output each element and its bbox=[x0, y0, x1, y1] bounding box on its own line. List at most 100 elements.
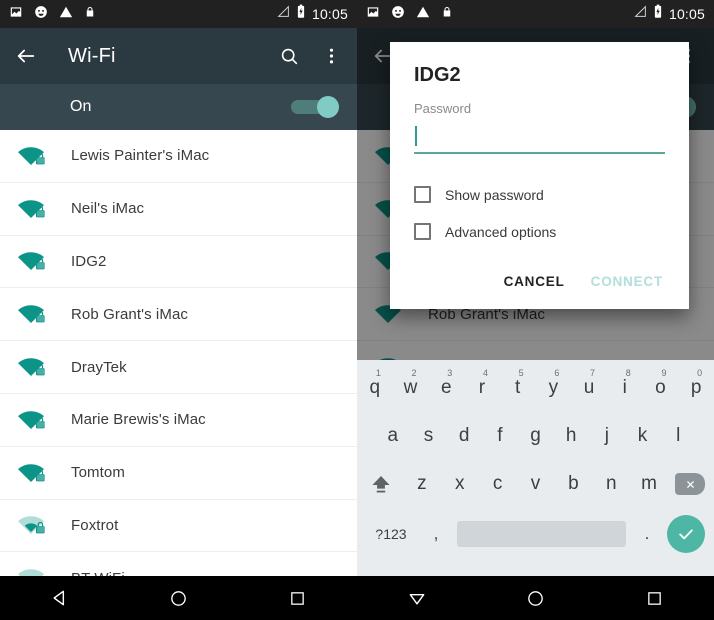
key-v[interactable]: v bbox=[517, 460, 555, 508]
back-arrow-icon[interactable] bbox=[14, 44, 38, 68]
show-password-checkbox[interactable] bbox=[414, 186, 431, 203]
check-icon[interactable] bbox=[664, 515, 708, 553]
key-label: y bbox=[548, 377, 559, 398]
list-item[interactable]: IDG2 bbox=[0, 235, 357, 289]
wifi-signal-icon bbox=[14, 458, 50, 488]
nav-back-icon[interactable] bbox=[37, 576, 83, 620]
battery-charging-icon bbox=[296, 4, 306, 24]
list-item[interactable]: Neil's iMac bbox=[0, 182, 357, 236]
key-sup: 2 bbox=[411, 368, 417, 378]
key-f[interactable]: f bbox=[482, 412, 518, 460]
key-u[interactable]: 7u bbox=[571, 364, 607, 412]
connect-button[interactable]: CONNECT bbox=[589, 270, 665, 293]
list-item[interactable]: Lewis Painter's iMac bbox=[0, 130, 357, 183]
key-k[interactable]: k bbox=[625, 412, 661, 460]
key-sup: 4 bbox=[482, 368, 488, 378]
key-sup: 7 bbox=[590, 368, 596, 378]
list-item[interactable]: Rob Grant's iMac bbox=[0, 288, 357, 342]
key-p[interactable]: 0p bbox=[678, 364, 714, 412]
key-z[interactable]: z bbox=[403, 460, 441, 508]
key-label: i bbox=[622, 377, 627, 398]
wifi-toggle-switch[interactable] bbox=[291, 96, 339, 118]
key-label: o bbox=[655, 377, 666, 398]
key-o[interactable]: 9o bbox=[643, 364, 679, 412]
nav-keyboard-dismiss-icon[interactable] bbox=[394, 576, 440, 620]
nav-recents-icon[interactable] bbox=[275, 576, 321, 620]
password-input[interactable] bbox=[414, 124, 665, 154]
list-item[interactable]: DrayTek bbox=[0, 341, 357, 394]
key-label: p bbox=[690, 377, 702, 398]
status-bar-left-icons bbox=[366, 5, 453, 24]
key-sup: 6 bbox=[554, 368, 560, 378]
list-item-label: Marie Brewis's iMac bbox=[71, 411, 206, 429]
status-bar: 10:05 bbox=[0, 0, 357, 28]
key-a[interactable]: a bbox=[375, 412, 411, 460]
wifi-signal-icon bbox=[14, 141, 50, 171]
dialog-actions: CANCEL CONNECT bbox=[414, 260, 665, 299]
key-e[interactable]: 3e bbox=[428, 364, 464, 412]
signal-icon bbox=[277, 5, 290, 23]
key-sup: 1 bbox=[375, 368, 381, 378]
keyboard-row-4: ?123 , . bbox=[357, 508, 714, 560]
key-period[interactable]: . bbox=[630, 510, 664, 558]
cancel-button[interactable]: CANCEL bbox=[502, 270, 567, 293]
key-q[interactable]: 1q bbox=[357, 364, 393, 412]
list-item[interactable]: Marie Brewis's iMac bbox=[0, 393, 357, 447]
wifi-signal-icon bbox=[14, 246, 50, 276]
overflow-menu-icon[interactable] bbox=[319, 44, 343, 68]
backspace-icon[interactable] bbox=[668, 460, 712, 508]
show-password-label: Show password bbox=[445, 186, 544, 203]
key-m[interactable]: m bbox=[630, 460, 668, 508]
nav-home-icon[interactable] bbox=[156, 576, 202, 620]
face-icon bbox=[34, 5, 48, 24]
status-bar-right-icons: 10:05 bbox=[634, 4, 705, 24]
key-g[interactable]: g bbox=[518, 412, 554, 460]
phone-screen-wifi-list: 10:05 Wi-Fi On Lewis Painter's iMac Neil… bbox=[0, 0, 357, 620]
list-item-label: Rob Grant's iMac bbox=[71, 305, 189, 323]
nav-recents-icon[interactable] bbox=[632, 576, 678, 620]
keyboard-row-3: z x c v b n m bbox=[357, 460, 714, 508]
key-sup: 0 bbox=[697, 368, 703, 378]
key-i[interactable]: 8i bbox=[607, 364, 643, 412]
key-l[interactable]: l bbox=[660, 412, 696, 460]
status-bar-clock: 10:05 bbox=[668, 6, 705, 22]
system-navigation-bar bbox=[357, 576, 714, 620]
key-x[interactable]: x bbox=[441, 460, 479, 508]
wifi-network-list[interactable]: Lewis Painter's iMac Neil's iMac IDG2 Ro… bbox=[0, 130, 357, 606]
shift-icon[interactable] bbox=[359, 460, 403, 508]
wifi-toggle-row[interactable]: On bbox=[0, 84, 357, 130]
list-item[interactable]: Foxtrot bbox=[0, 499, 357, 553]
show-password-row[interactable]: Show password bbox=[414, 186, 665, 203]
key-w[interactable]: 2w bbox=[393, 364, 429, 412]
key-comma[interactable]: , bbox=[419, 510, 453, 558]
key-j[interactable]: j bbox=[589, 412, 625, 460]
list-item-label: Neil's iMac bbox=[71, 200, 145, 218]
key-space[interactable] bbox=[457, 521, 626, 547]
advanced-options-checkbox[interactable] bbox=[414, 223, 431, 240]
key-r[interactable]: 4r bbox=[464, 364, 500, 412]
key-h[interactable]: h bbox=[553, 412, 589, 460]
key-s[interactable]: s bbox=[411, 412, 447, 460]
search-icon[interactable] bbox=[277, 44, 301, 68]
key-label: r bbox=[478, 377, 486, 398]
key-c[interactable]: c bbox=[479, 460, 517, 508]
list-item-label: Tomtom bbox=[71, 464, 125, 482]
wifi-signal-icon bbox=[14, 405, 50, 435]
nav-home-icon[interactable] bbox=[513, 576, 559, 620]
list-item[interactable]: Tomtom bbox=[0, 446, 357, 500]
list-item-label: IDG2 bbox=[71, 252, 107, 270]
key-label: w bbox=[403, 377, 418, 398]
advanced-options-row[interactable]: Advanced options bbox=[414, 223, 665, 240]
list-item-label: Foxtrot bbox=[71, 516, 119, 534]
key-b[interactable]: b bbox=[554, 460, 592, 508]
password-field-label: Password bbox=[414, 101, 472, 116]
key-d[interactable]: d bbox=[446, 412, 482, 460]
key-t[interactable]: 5t bbox=[500, 364, 536, 412]
image-icon bbox=[366, 5, 380, 24]
key-y[interactable]: 6y bbox=[536, 364, 572, 412]
key-numeric-switch[interactable]: ?123 bbox=[363, 510, 419, 558]
key-n[interactable]: n bbox=[592, 460, 630, 508]
keyboard-row-1: 1q 2w 3e 4r 5t 6y 7u 8i 9o 0p bbox=[357, 364, 714, 412]
on-screen-keyboard[interactable]: 1q 2w 3e 4r 5t 6y 7u 8i 9o 0p a s d f g … bbox=[357, 360, 714, 576]
wifi-signal-icon-weak bbox=[14, 510, 50, 540]
